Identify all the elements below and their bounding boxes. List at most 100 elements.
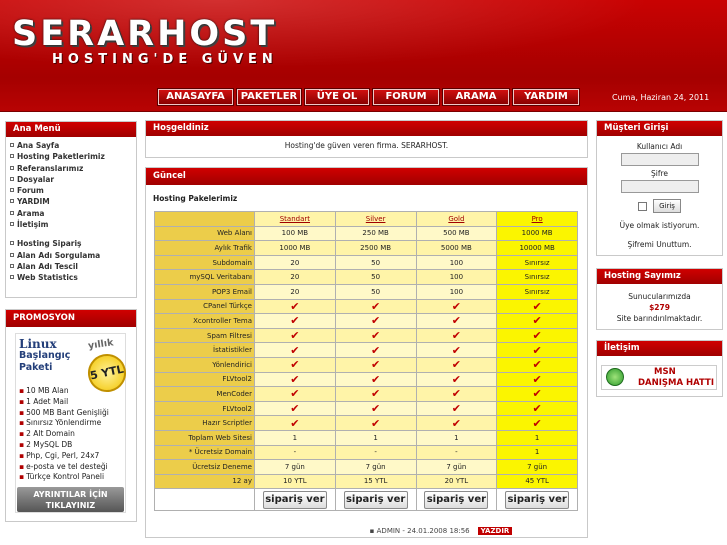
pricing-cell: Sınırsız [496, 254, 578, 271]
order-row: sipariş ver sipariş ver sipariş ver sipariş… [154, 488, 578, 512]
main-nav: ANASAYFA PAKETLER ÜYE OL FORUM ARAMA YAR… [157, 88, 580, 106]
feature-label: mySQL Veritabanı [154, 269, 255, 285]
main-menu-box: Ana Menü Ana Sayfa Hosting Paketlerimiz … [5, 121, 137, 298]
bullet-icon [10, 210, 14, 215]
current-box: Güncel Hosting Pakelerimiz Standart Silve… [145, 167, 588, 538]
pricing-row: mySQL Veritabanı 20 50 100 Sınırsız [154, 269, 578, 285]
feature-label: Aylık Trafik [154, 240, 255, 256]
check-icon: ✔ [451, 387, 461, 401]
check-icon: ✔ [532, 299, 542, 313]
promo-feature-list: 10 MB Alan 1 Adet Mail 500 MB Bant Geniş… [19, 386, 109, 483]
pricing-row: Xcontroller Tema ✔ ✔ ✔ ✔ [154, 313, 578, 329]
nav-yardim[interactable]: YARDIM [512, 88, 580, 106]
pricing-cell: 1 [496, 444, 578, 461]
post-author-date: ADMIN - 24.01.2008 18:56 [376, 527, 470, 535]
counter-line2: Site barındırılmaktadır. [616, 314, 703, 323]
pricing-cell: ✔ [415, 356, 498, 373]
pricing-cell: ✔ [334, 327, 417, 344]
order-button-pro[interactable]: sipariş ver [505, 490, 570, 509]
order-cell: sipariş ver [334, 488, 417, 512]
check-icon: ✔ [451, 402, 461, 416]
pricing-cell: 20 [254, 254, 336, 271]
menu-item-alan-adi-sorgulama[interactable]: Alan Adı Sorgulama [10, 250, 136, 261]
menu-item-dosyalar[interactable]: Dosyalar [10, 174, 136, 185]
order-button-gold[interactable]: sipariş ver [424, 490, 489, 509]
register-link[interactable]: Üye olmak istiyorum. [597, 221, 722, 230]
msn-support-banner[interactable]: MSN DANIŞMA HATTI [601, 365, 717, 390]
order-cell: sipariş ver [496, 488, 578, 512]
bullet-icon [10, 188, 14, 193]
promo-title: PROMOSYON [6, 310, 136, 327]
logo[interactable]: SERARHOST [12, 14, 277, 54]
login-button[interactable]: Giriş [653, 199, 681, 213]
contact-title: İletişim [597, 341, 722, 356]
check-icon: ✔ [371, 387, 381, 401]
remember-checkbox[interactable] [638, 201, 647, 211]
menu-item-web-statistics[interactable]: Web Statistics [10, 272, 136, 283]
bullet-icon [10, 252, 14, 257]
promo-details-button[interactable]: AYRINTILAR İÇİN TIKLAYINIZ [17, 487, 124, 512]
pricing-cell: ✔ [334, 400, 417, 417]
logo-slogan: HOSTING'DE GÜVEN [52, 52, 278, 67]
counter-value: $279 [649, 303, 670, 312]
check-icon: ✔ [532, 387, 542, 401]
menu-item-yardim[interactable]: YARDIM [10, 196, 136, 207]
pricing-cell: Sınırsız [496, 283, 578, 300]
bullet-icon [10, 222, 14, 227]
menu-item-alan-adi-tescil[interactable]: Alan Adı Tescil [10, 261, 136, 272]
order-blank-cell [154, 488, 255, 512]
promo-feature: 500 MB Bant Genişliği [19, 408, 109, 419]
plan-header-gold[interactable]: Gold [415, 211, 498, 227]
nav-paketler[interactable]: PAKETLER [236, 88, 302, 106]
plan-header-silver[interactable]: Silver [334, 211, 417, 227]
pricing-cell: 100 [415, 269, 498, 285]
order-button-standart[interactable]: sipariş ver [262, 490, 327, 509]
order-button-silver[interactable]: sipariş ver [343, 490, 408, 509]
pricing-cell: ✔ [254, 342, 336, 358]
pricing-cell: 1000 MB [254, 240, 336, 256]
pricing-cell: ✔ [254, 298, 336, 315]
pricing-row: CPanel Türkçe ✔ ✔ ✔ ✔ [154, 298, 578, 315]
nav-arama[interactable]: ARAMA [442, 88, 510, 106]
print-button[interactable]: YAZDIR [477, 527, 513, 535]
menu-item-ana-sayfa[interactable]: Ana Sayfa [10, 140, 136, 151]
pricing-cell: Sınırsız [496, 269, 578, 285]
forgot-password-link[interactable]: Şifremi Unuttum. [597, 240, 722, 249]
feature-label: Web Alanı [154, 225, 255, 242]
feature-label: Ücretsiz Deneme [154, 459, 255, 475]
password-input[interactable] [620, 180, 699, 193]
plan-header-pro[interactable]: Pro [496, 211, 578, 227]
feature-label: POP3 Email [154, 283, 255, 300]
check-icon: ✔ [290, 416, 300, 430]
pricing-cell: ✔ [415, 400, 498, 417]
menu-item-arama[interactable]: Arama [10, 208, 136, 219]
check-icon: ✔ [532, 402, 542, 416]
pricing-cell: 1 [496, 429, 578, 446]
menu-item-forum[interactable]: Forum [10, 185, 136, 196]
pricing-cell: 1 [415, 429, 498, 446]
nav-anasayfa[interactable]: ANASAYFA [157, 88, 234, 106]
promo-banner[interactable]: Linux Başlangıç Paketi yıllık 5 YTL 10 M… [15, 333, 130, 513]
check-icon: ✔ [290, 343, 300, 357]
nav-forum[interactable]: FORUM [372, 88, 440, 106]
nav-uye-ol[interactable]: ÜYE OL [304, 88, 370, 106]
order-cell: sipariş ver [415, 488, 498, 512]
pricing-cell: 50 [334, 254, 417, 271]
login-row: Giriş [597, 199, 722, 213]
check-icon: ✔ [290, 329, 300, 343]
bullet-icon [10, 275, 14, 280]
username-input[interactable] [620, 153, 699, 166]
menu-item-referanslarimiz[interactable]: Referanslarımız [10, 163, 136, 174]
menu-item-iletisim[interactable]: İletişim [10, 219, 136, 230]
pricing-cell: - [415, 444, 498, 461]
pricing-cell: ✔ [334, 298, 417, 315]
bullet-icon [10, 176, 14, 181]
menu-item-hosting-siparis[interactable]: Hosting Sipariş [10, 238, 136, 249]
welcome-text: Hosting'de güven veren firma. SERARHOST. [284, 141, 449, 150]
check-icon: ✔ [451, 314, 461, 328]
pricing-cell: ✔ [254, 400, 336, 417]
check-icon: ✔ [371, 358, 381, 372]
pricing-cell: 7 gün [254, 459, 336, 475]
menu-item-hosting-paketlerimiz[interactable]: Hosting Paketlerimiz [10, 151, 136, 162]
plan-header-standart[interactable]: Standart [254, 211, 336, 227]
